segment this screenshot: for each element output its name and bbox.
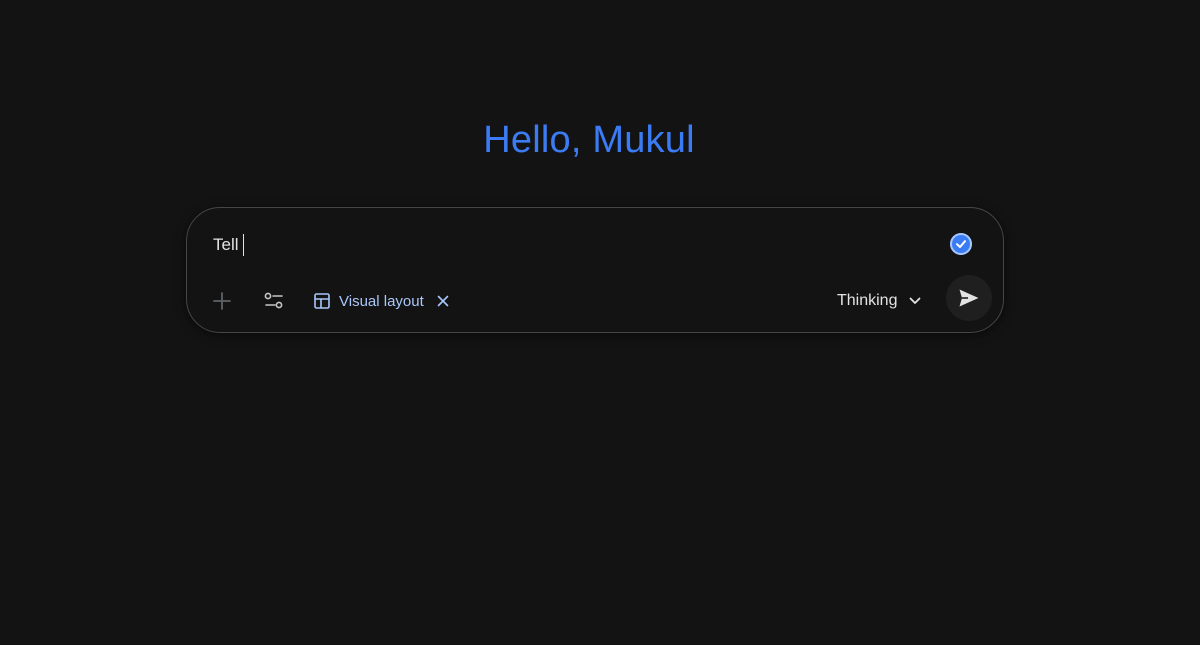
prompt-input[interactable]: Tell	[213, 232, 244, 258]
greeting-title: Hello, Mukul	[483, 119, 695, 161]
page: Hello, Mukul Tell Visual layout Thinking	[0, 0, 1200, 645]
prompt-input-text: Tell	[213, 235, 239, 254]
check-circle-icon	[950, 233, 972, 255]
prompt-composer: Tell Visual layout Thinking	[186, 207, 1004, 333]
chevron-down-icon	[909, 297, 921, 305]
tools-button[interactable]	[258, 285, 290, 317]
close-icon[interactable]	[435, 293, 451, 309]
text-caret	[242, 234, 244, 256]
visual-layout-chip[interactable]: Visual layout	[313, 287, 451, 315]
send-icon	[958, 288, 980, 308]
model-selector[interactable]: Thinking	[837, 286, 921, 316]
model-selector-label: Thinking	[837, 292, 898, 309]
tools-icon	[264, 292, 284, 310]
layout-icon	[313, 292, 331, 310]
chip-label: Visual layout	[339, 292, 424, 310]
plus-icon	[213, 292, 231, 310]
send-button[interactable]	[946, 275, 992, 321]
add-button[interactable]	[206, 285, 238, 317]
